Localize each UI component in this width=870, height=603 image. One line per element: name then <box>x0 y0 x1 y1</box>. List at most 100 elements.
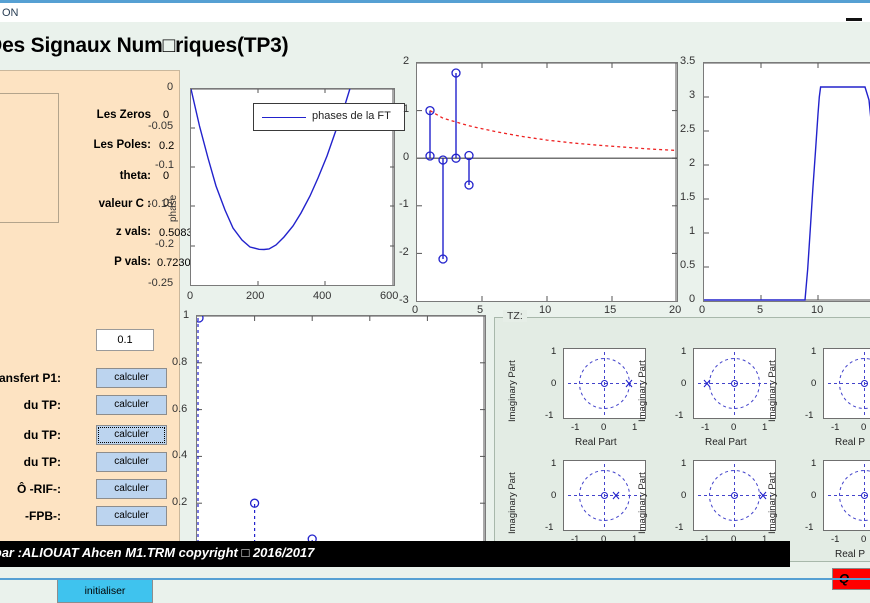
legend-label: phases de la FT <box>312 110 391 122</box>
pz6-ytick-top: 1 <box>811 458 816 469</box>
stem-xtick-4: 20 <box>669 304 681 316</box>
pz1-ytick-top: 1 <box>551 346 556 357</box>
pz1-xtick-2: 1 <box>632 422 637 433</box>
action-label-tp-3: du TP: <box>0 455 61 469</box>
pz2-xtick-1: 0 <box>731 422 736 433</box>
step-ytick-4: 2 <box>689 157 695 169</box>
phase-xtick-2: 400 <box>313 290 331 302</box>
stem-ytick-2: 0 <box>403 151 409 163</box>
pz3-ytick-mid: 0 <box>811 378 816 389</box>
stem-ytick-1: 1 <box>403 103 409 115</box>
step-ytick-0: 0 <box>689 293 695 305</box>
tz-panel-title: TZ: <box>503 310 527 322</box>
stem-ytick-4: -2 <box>399 246 409 258</box>
footer-bar: e□r par :ALIOUAT Ahcen M1.TRM copyright … <box>0 541 790 567</box>
action-label-transfert-p1: transfert P1: <box>0 371 61 385</box>
phase-plot-legend: phases de la FT <box>253 103 405 131</box>
readout-value-poles: 0.2 <box>159 140 174 152</box>
page-title: e Des Signaux Num□riques(TP3) <box>0 34 390 58</box>
pz3-ytick-bot: -1 <box>805 410 813 421</box>
pz2-ytick-top: 1 <box>681 346 686 357</box>
pz3-xlabel: Real P <box>835 437 865 448</box>
phase-xtick-3: 600 <box>380 290 398 302</box>
calculer-button-tp-1[interactable]: calculer <box>96 395 167 415</box>
readout-label-poles: Les Poles: <box>41 139 151 151</box>
pz6-box <box>823 460 870 531</box>
action-label-fpb: -FPB-: <box>0 509 61 523</box>
pz5-ytick-top: 1 <box>681 458 686 469</box>
pz5-box <box>693 460 776 531</box>
stem-ytick-3: -1 <box>399 198 409 210</box>
pz6-xlabel: Real P <box>835 549 865 560</box>
pz4-ytick-bot: -1 <box>545 522 553 533</box>
pz6-ytick-bot: -1 <box>805 522 813 533</box>
readout-label-zvals: z vals: <box>41 226 151 238</box>
window-title: ON <box>2 7 19 19</box>
pz5-ytick-mid: 0 <box>681 490 686 501</box>
pz3-ytick-top: 1 <box>811 346 816 357</box>
pz4-ytick-mid: 0 <box>551 490 556 501</box>
t-input[interactable]: 0.1 <box>96 329 154 351</box>
tz-panel: TZ: Imaginary Part 1 0 -1 -1 0 1 Real Pa… <box>494 317 870 562</box>
readout-label-c: valeur C : <box>41 198 151 210</box>
step-xtick-2: 10 <box>811 304 823 316</box>
step-ytick-6: 3 <box>689 89 695 101</box>
impulse-ytick-3: 0.6 <box>172 403 187 415</box>
calculer-button-fpb[interactable]: calculer <box>96 506 167 526</box>
readout-label-pvals: P vals: <box>41 256 151 268</box>
readout-value-theta: 0 <box>163 170 169 182</box>
minimize-icon[interactable] <box>846 12 862 22</box>
pz1-ytick-bot: -1 <box>545 410 553 421</box>
pz6-ytick-mid: 0 <box>811 490 816 501</box>
action-label-tp-2: du TP: <box>0 428 61 442</box>
pz2-xtick-0: -1 <box>701 422 709 433</box>
pz1-ylabel: Imaginary Part <box>507 360 518 422</box>
step-ytick-2: 1 <box>689 225 695 237</box>
step-ytick-5: 2.5 <box>680 123 695 135</box>
pz4-box <box>563 460 646 531</box>
calculer-button-rif[interactable]: calculer <box>96 479 167 499</box>
action-label-rif: Ô -RIF-: <box>0 482 61 496</box>
impulse-ytick-4: 0.8 <box>172 356 187 368</box>
pz2-xtick-2: 1 <box>762 422 767 433</box>
phase-xtick-1: 200 <box>246 290 264 302</box>
pz1-xtick-1: 0 <box>601 422 606 433</box>
phase-ytick-0: 0 <box>167 81 173 93</box>
phase-step-plot <box>703 62 870 302</box>
copyright-text: e□r par :ALIOUAT Ahcen M1.TRM copyright … <box>0 545 790 560</box>
options-panel: ons: sformation: de Fourier l en Z de La… <box>0 70 180 555</box>
phase-ytick-4: -0.2 <box>155 238 174 250</box>
step-xtick-1: 5 <box>757 304 763 316</box>
pz3-xtick-1: 0 <box>861 422 866 433</box>
pz2-box <box>693 348 776 419</box>
client-area: e Des Signaux Num□riques(TP3) ons: sform… <box>0 22 870 580</box>
calculer-button-tp-2[interactable]: calculer <box>96 425 167 445</box>
stem-response-plot <box>416 62 678 302</box>
action-label-tp-1: du TP: <box>0 398 61 412</box>
pz6-xtick-1: 0 <box>861 534 866 545</box>
pz3-box <box>823 348 870 419</box>
calculer-button-tp-3[interactable]: calculer <box>96 452 167 472</box>
step-ytick-3: 1.5 <box>680 191 695 203</box>
pz1-ytick-mid: 0 <box>551 378 556 389</box>
pz4-ytick-top: 1 <box>551 458 556 469</box>
readout-label-theta: theta: <box>41 170 151 182</box>
pz1-xlabel: Real Part <box>575 437 617 448</box>
stem-xtick-3: 15 <box>604 304 616 316</box>
pz1-box <box>563 348 646 419</box>
phase-xtick-0: 0 <box>187 290 193 302</box>
pz4-ylabel: Imaginary Part <box>507 472 518 534</box>
stem-xtick-2: 10 <box>539 304 551 316</box>
step-ytick-1: 0.5 <box>680 259 695 271</box>
legend-line-swatch <box>262 117 306 118</box>
pz3-ylabel: Imaginary Part <box>767 360 778 422</box>
phase-ytick-2: -0.1 <box>155 159 174 171</box>
impulse-ytick-5: 1 <box>183 309 189 321</box>
step-ytick-7: 3.5 <box>680 55 695 67</box>
phase-ytick-3: -0.15 <box>148 198 173 210</box>
pz6-ylabel: Imaginary Part <box>767 472 778 534</box>
pz1-xtick-0: -1 <box>571 422 579 433</box>
phase-plot: phases de la FT <box>190 88 395 286</box>
initialiser-button[interactable]: initialiser <box>57 579 153 603</box>
calculer-button-transfert-p1[interactable]: calculer <box>96 368 167 388</box>
